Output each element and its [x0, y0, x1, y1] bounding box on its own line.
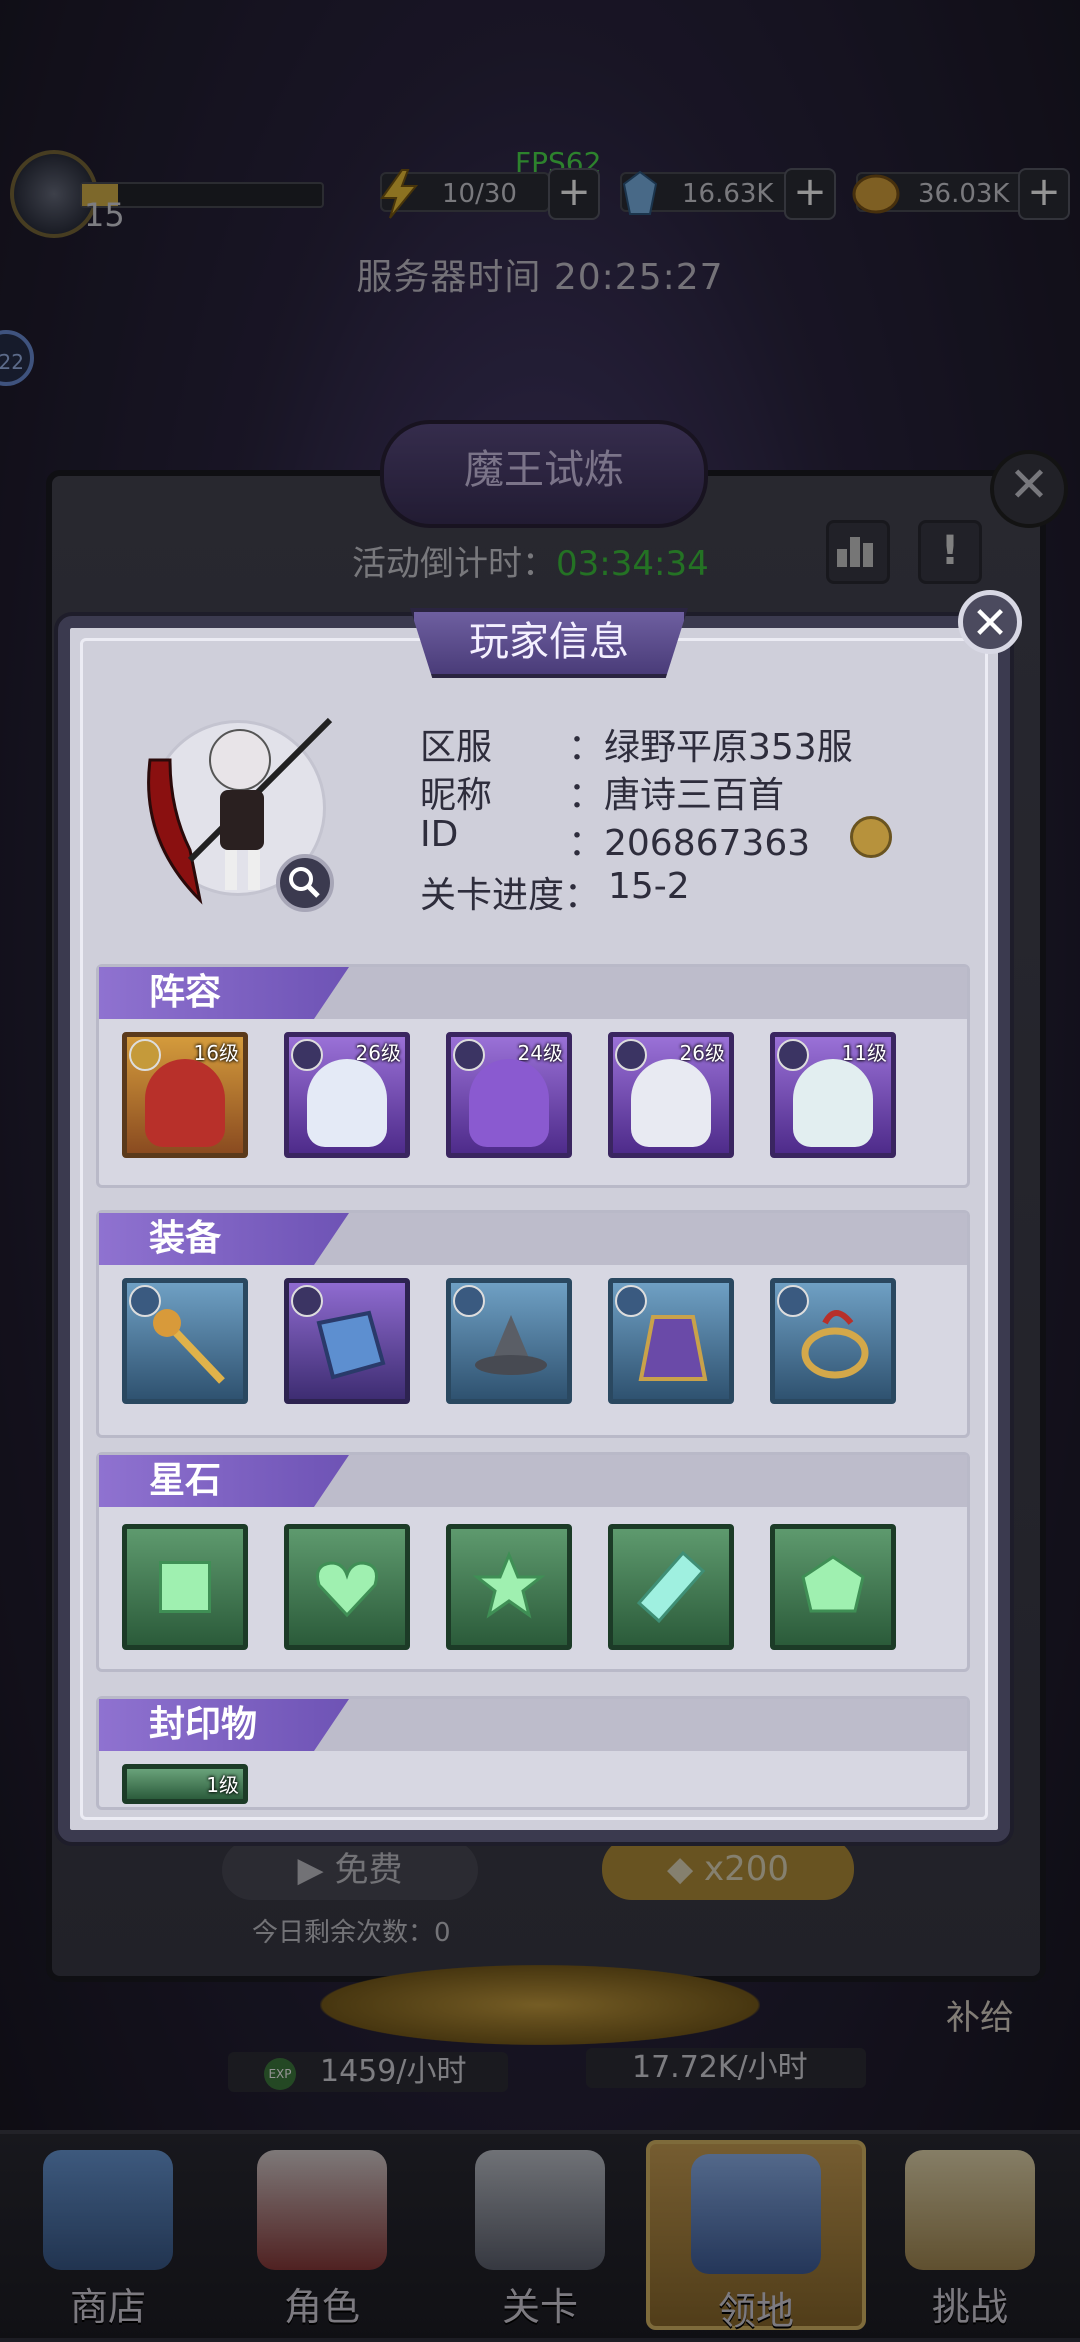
lineup-hero-4[interactable]: 26级: [608, 1032, 734, 1158]
hero-class-icon: [453, 1039, 485, 1071]
player-info-close-button[interactable]: ✕: [958, 590, 1022, 654]
equip-hat[interactable]: [446, 1278, 572, 1404]
diamond-gem-icon: [636, 1550, 706, 1624]
equip-staff[interactable]: [122, 1278, 248, 1404]
heart-gem-icon: [316, 1561, 378, 1618]
lineup-hero-2[interactable]: 26级: [284, 1032, 410, 1158]
hero-portrait: [145, 1059, 225, 1147]
server-value: ：绿野平原353服: [568, 727, 853, 768]
star-gem-icon: [472, 1551, 546, 1619]
staff-icon: [153, 1309, 225, 1384]
tome-icon: [316, 1310, 386, 1380]
stage-progress-label: 关卡进度：: [420, 875, 601, 916]
star-stone-4[interactable]: [608, 1524, 734, 1650]
hero-class-icon: [777, 1039, 809, 1071]
stage-progress-value: 15-2: [608, 866, 690, 907]
star-stone-3[interactable]: [446, 1524, 572, 1650]
seal-level: 1级: [206, 1773, 239, 1797]
magnify-icon[interactable]: [276, 854, 334, 912]
copy-id-icon[interactable]: [850, 816, 892, 858]
star-stone-5[interactable]: [770, 1524, 896, 1650]
lineup-hero-1[interactable]: 16级: [122, 1032, 248, 1158]
equipment-label: 装备: [99, 1213, 349, 1265]
hero-portrait: [307, 1059, 387, 1147]
star-stone-2[interactable]: [284, 1524, 410, 1650]
star-stone-label: 星石: [99, 1455, 349, 1507]
ring-icon: [801, 1310, 869, 1379]
round-gem-icon: [801, 1555, 865, 1613]
equip-tome[interactable]: [284, 1278, 410, 1404]
star-stone-1[interactable]: [122, 1524, 248, 1650]
nickname-label: 昵称: [420, 775, 493, 816]
server-label: 区服: [420, 727, 493, 768]
id-label: ID: [420, 814, 459, 855]
hero-portrait: [469, 1059, 549, 1147]
lineup-label: 阵容: [99, 967, 349, 1019]
wizard-hat-icon: [475, 1315, 547, 1375]
id-value: ：206867363: [568, 823, 811, 864]
lineup-hero-3[interactable]: 24级: [446, 1032, 572, 1158]
hero-class-icon: [615, 1039, 647, 1071]
equip-ring[interactable]: [770, 1278, 896, 1404]
hero-class-icon: [291, 1039, 323, 1071]
nickname-value: ：唐诗三百首: [568, 775, 785, 816]
equip-cloak[interactable]: [608, 1278, 734, 1404]
player-info-title: 玩家信息: [410, 608, 688, 678]
square-gem-icon: [159, 1561, 211, 1613]
hero-portrait: [631, 1059, 711, 1147]
cloak-icon: [638, 1315, 708, 1381]
hero-portrait: [793, 1059, 873, 1147]
seal-label: 封印物: [99, 1699, 349, 1751]
lineup-hero-5[interactable]: 11级: [770, 1032, 896, 1158]
hero-class-icon: [129, 1039, 161, 1071]
seal-item-1[interactable]: 1级: [122, 1764, 248, 1804]
